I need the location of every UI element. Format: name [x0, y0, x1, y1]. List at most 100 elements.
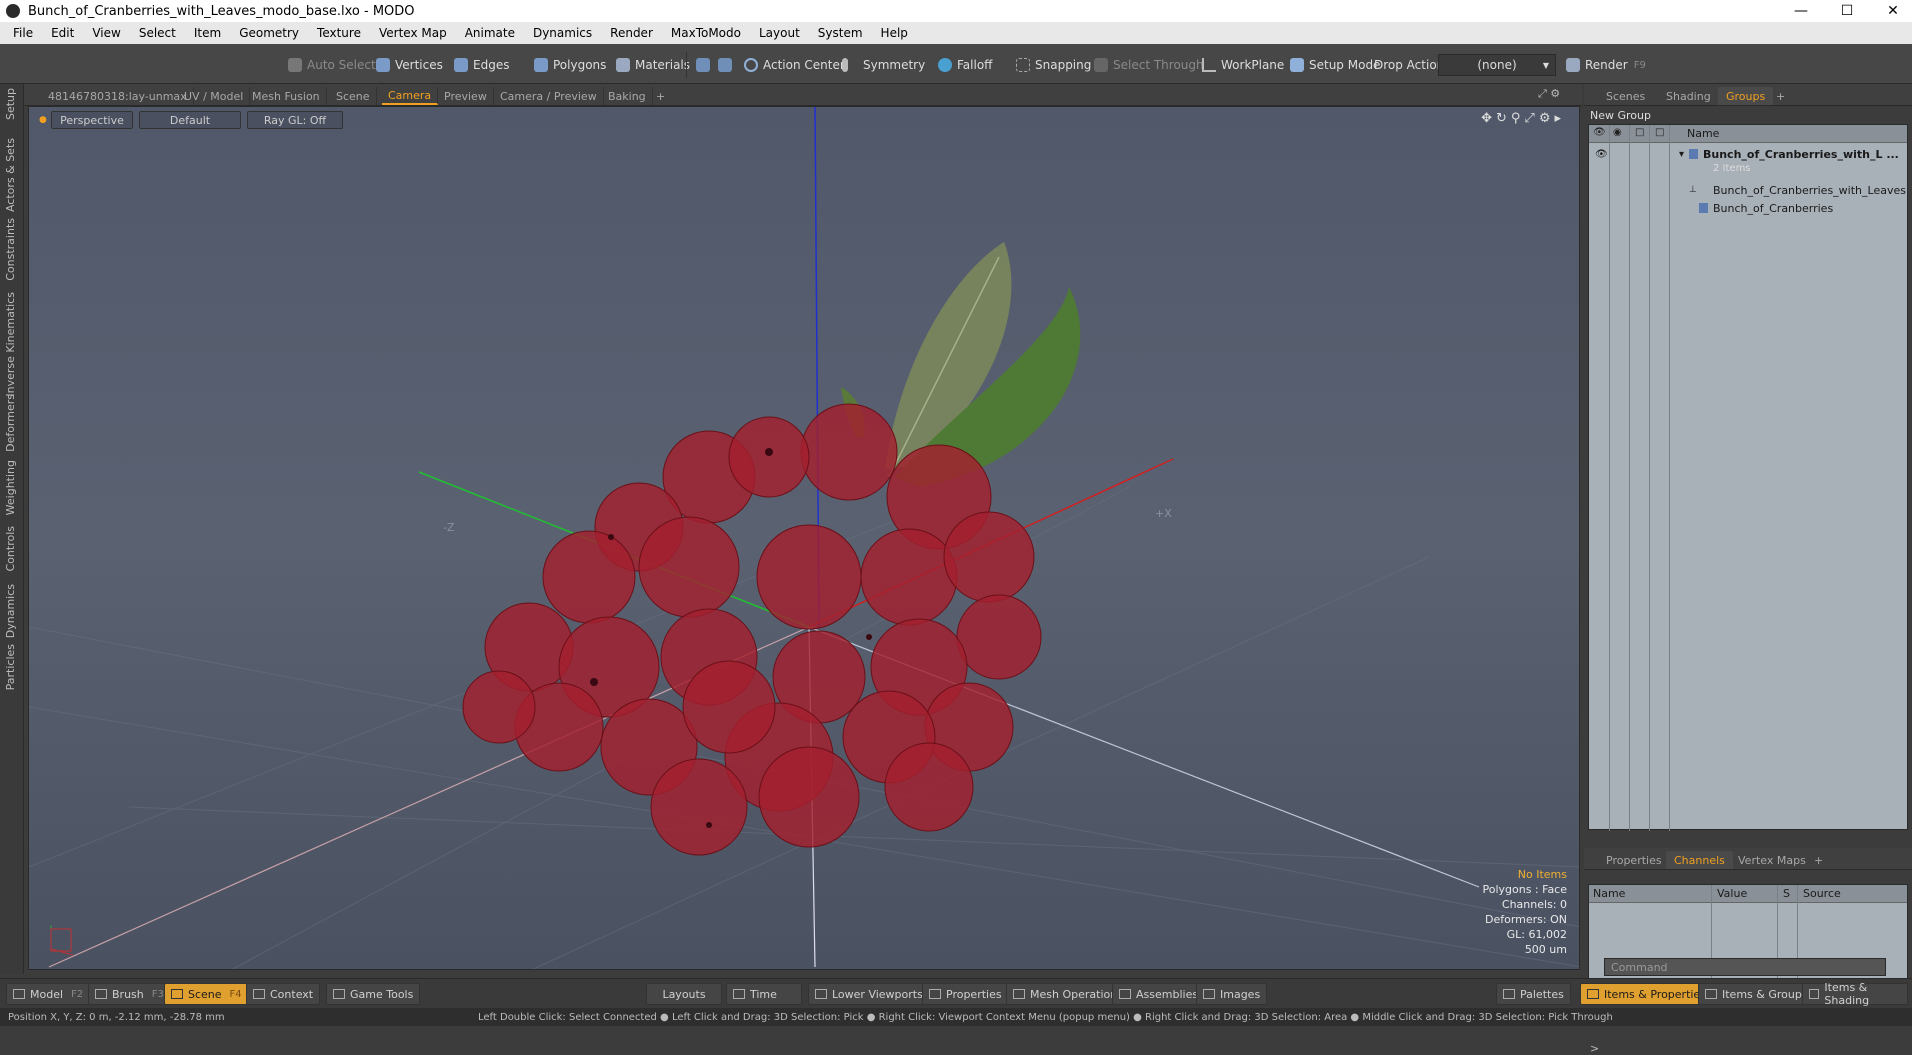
action-center-button[interactable]: Action Center — [738, 54, 851, 76]
layout-icon — [1013, 989, 1025, 999]
group-item-cranberries[interactable]: Bunch_of_Cranberries — [1589, 199, 1907, 217]
group-item-leaves[interactable]: ⊥ Bunch_of_Cranberries_with_Leaves — [1589, 181, 1907, 199]
edges-button[interactable]: Edges — [448, 54, 515, 76]
new-group-button[interactable]: New Group — [1590, 106, 1651, 124]
render-icon — [1566, 58, 1580, 72]
close-button[interactable]: ✕ — [1870, 0, 1912, 22]
model-layout-button[interactable]: Model F2 — [6, 983, 91, 1005]
menu-texture[interactable]: Texture — [308, 26, 370, 40]
lock-icon[interactable]: □ — [1635, 127, 1644, 138]
menu-render[interactable]: Render — [601, 26, 662, 40]
menu-view[interactable]: View — [83, 26, 129, 40]
render-toggle-icon[interactable]: ◉ — [1613, 127, 1622, 138]
command-input[interactable]: Command — [1604, 958, 1886, 976]
render-button[interactable]: Render F9 — [1560, 54, 1652, 76]
scene-layout-button[interactable]: Scene F4 — [164, 983, 249, 1005]
menu-layout[interactable]: Layout — [750, 26, 809, 40]
auto-select-button[interactable]: Auto Select — [282, 54, 382, 76]
tab-setup[interactable]: Setup — [4, 88, 17, 120]
menu-animate[interactable]: Animate — [456, 26, 524, 40]
layout-icon — [253, 989, 265, 999]
bottom-toolbar: Model F2 Brush F3 Scene F4 Context Game Too… — [0, 978, 1912, 1008]
select-toggle-icon[interactable]: □ — [1655, 127, 1664, 138]
expand-arrow-icon[interactable]: ▾ — [1679, 149, 1684, 160]
tab-camera-preview[interactable]: Camera / Preview — [494, 87, 604, 105]
tab-layout-unmax[interactable]: 48146780318:lay-unmax — [42, 87, 194, 105]
cranberry-bunch — [462, 403, 1042, 856]
items-groups-button[interactable]: Items & Groups — [1698, 983, 1815, 1005]
menu-edit[interactable]: Edit — [42, 26, 83, 40]
menu-vertex-map[interactable]: Vertex Map — [370, 26, 456, 40]
add-props-tab[interactable]: + — [1806, 851, 1831, 869]
tab-actors-sets[interactable]: Actors & Sets — [4, 138, 17, 212]
items-shading-button[interactable]: Items & Shading — [1802, 981, 1908, 1007]
tab-groups[interactable]: Groups — [1718, 87, 1774, 105]
items-properties-button[interactable]: Items & Properties — [1580, 983, 1713, 1005]
lower-viewports-button[interactable]: Lower Viewports — [808, 983, 930, 1005]
tab-dynamics[interactable]: Dynamics — [4, 584, 17, 638]
menu-system[interactable]: System — [809, 26, 872, 40]
expand-icon[interactable]: ⤢ ⚙ — [1538, 87, 1560, 101]
select-through-button[interactable]: Select Through — [1088, 54, 1210, 76]
tab-camera[interactable]: Camera — [382, 87, 439, 105]
tab-inverse-kinematics[interactable]: Inverse Kinematics — [4, 292, 17, 397]
tab-controls[interactable]: Controls — [4, 526, 17, 572]
context-button[interactable]: Context — [246, 983, 321, 1005]
menu-maxtomodo[interactable]: MaxToModo — [662, 26, 750, 40]
shield-icon — [696, 58, 710, 72]
tab-particles[interactable]: Particles — [4, 644, 17, 690]
vertices-button[interactable]: Vertices — [370, 54, 449, 76]
tab-preview[interactable]: Preview — [438, 87, 494, 105]
menu-dynamics[interactable]: Dynamics — [524, 26, 601, 40]
3d-viewport[interactable]: ● Perspective Default Ray GL: Off ✥↻⚲⤢⚙▸… — [28, 106, 1580, 970]
minimize-button[interactable]: — — [1778, 0, 1824, 22]
status-bar: Position X, Y, Z: 0 m, -2.12 mm, -28.78 … — [0, 1008, 1912, 1026]
setup-mode-icon — [1290, 58, 1304, 72]
menu-item[interactable]: Item — [185, 26, 230, 40]
menu-file[interactable]: File — [4, 26, 42, 40]
maximize-button[interactable]: ☐ — [1824, 0, 1870, 22]
tab-uv-model[interactable]: UV / Model — [178, 87, 251, 105]
tab-weighting[interactable]: Weighting — [4, 460, 17, 515]
materials-button[interactable]: Materials — [610, 54, 696, 76]
hud-gl: GL: 61,002 — [1506, 928, 1567, 941]
polygons-icon — [534, 58, 548, 72]
tab-baking[interactable]: Baking — [602, 87, 653, 105]
symmetry-icon — [842, 58, 848, 72]
hud-polygons: Polygons : Face — [1482, 883, 1567, 896]
select-tool-alt-button[interactable] — [712, 54, 740, 76]
tab-vertex-maps[interactable]: Vertex Maps — [1730, 851, 1814, 869]
images-button[interactable]: Images — [1196, 983, 1268, 1005]
drop-action-select[interactable]: (none) ▼ — [1438, 54, 1556, 76]
time-button[interactable]: Time — [726, 983, 802, 1005]
tab-deformers[interactable]: Deformers — [4, 394, 17, 452]
workplane-button[interactable]: WorkPlane — [1196, 54, 1290, 76]
menu-help[interactable]: Help — [872, 26, 917, 40]
tab-shading[interactable]: Shading — [1658, 87, 1719, 105]
select-through-icon — [1094, 58, 1108, 72]
falloff-button[interactable]: Falloff — [932, 54, 998, 76]
brush-layout-button[interactable]: Brush F3 — [88, 983, 171, 1005]
layouts-button[interactable]: Layouts — [646, 983, 722, 1005]
add-tab-button[interactable]: + — [650, 87, 671, 105]
tab-channels[interactable]: Channels — [1666, 851, 1733, 869]
assemblies-button[interactable]: Assemblies — [1112, 983, 1206, 1005]
scene-tabs: Scenes Shading Groups + — [1584, 84, 1912, 106]
polygons-button[interactable]: Polygons — [528, 54, 612, 76]
menu-geometry[interactable]: Geometry — [230, 26, 308, 40]
tab-scenes[interactable]: Scenes — [1598, 87, 1653, 105]
add-panel-tab[interactable]: + — [1768, 87, 1793, 105]
tab-mesh-fusion[interactable]: Mesh Fusion — [246, 87, 327, 105]
tab-properties[interactable]: Properties — [1598, 851, 1670, 869]
symmetry-button[interactable]: Symmetry — [836, 54, 931, 76]
visibility-eye-icon[interactable]: 👁 — [1595, 149, 1608, 160]
snapping-button[interactable]: Snapping — [1010, 54, 1097, 76]
tab-scene[interactable]: Scene — [330, 87, 377, 105]
game-tools-button[interactable]: Game Tools — [326, 983, 421, 1005]
palettes-button[interactable]: Palettes — [1496, 983, 1571, 1005]
tab-constraints[interactable]: Constraints — [4, 218, 17, 281]
properties-button[interactable]: Properties — [922, 983, 1009, 1005]
layout-icon — [1705, 989, 1717, 999]
menu-select[interactable]: Select — [130, 26, 185, 40]
visibility-eye-icon[interactable]: 👁 — [1593, 127, 1606, 138]
